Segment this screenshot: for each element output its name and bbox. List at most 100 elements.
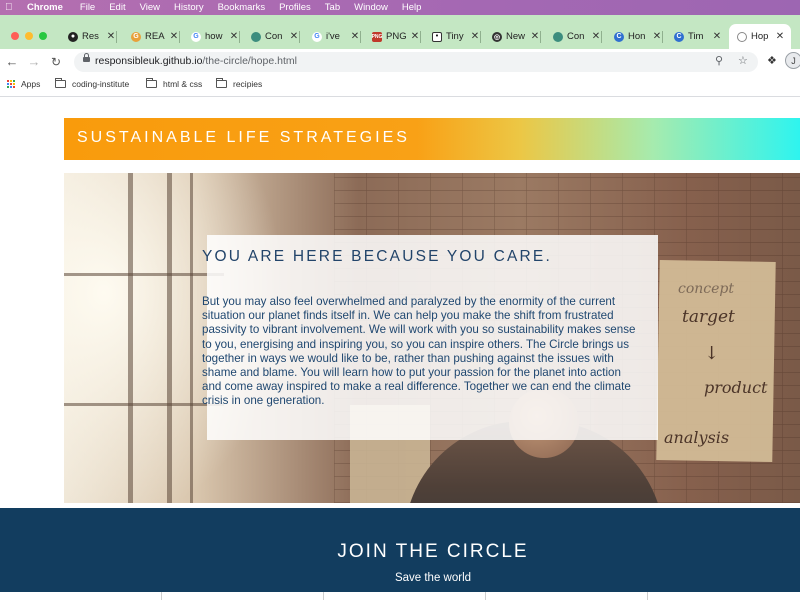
downloads-bar (0, 592, 800, 600)
folder-icon (55, 78, 66, 88)
github-icon: ● (68, 31, 78, 42)
menu-bookmarks[interactable]: Bookmarks (218, 0, 266, 15)
scribble-text: concept (678, 281, 734, 297)
close-tab-icon[interactable]: ✕ (229, 31, 239, 42)
tab-title: Hon (628, 31, 646, 42)
tab-title: Con (567, 31, 585, 42)
reload-icon[interactable]: ↻ (48, 53, 64, 71)
close-tab-icon[interactable]: ✕ (470, 31, 480, 42)
tab-strip: ● Res ✕ G REA ✕ G how ✕ Con ✕ G i've ✕ P… (0, 15, 800, 49)
bookmark-folder-html-css[interactable]: html & css (146, 78, 203, 89)
close-window-button[interactable] (11, 32, 19, 40)
menu-history[interactable]: History (174, 0, 204, 15)
window-frame (64, 403, 224, 406)
google-icon: G (191, 31, 201, 42)
menu-tab[interactable]: Tab (325, 0, 340, 15)
tab-8[interactable]: Con ✕ (549, 24, 602, 49)
edge-icon: C (614, 31, 624, 42)
bookmark-label: coding-institute (72, 79, 130, 89)
close-tab-icon[interactable]: ✕ (169, 31, 179, 42)
close-tab-icon[interactable]: ✕ (712, 31, 722, 42)
url-host: responsibleuk.github.io (95, 55, 203, 67)
close-tab-icon[interactable]: ✕ (289, 31, 299, 42)
tab-title: Con (265, 31, 283, 42)
tab-title: Tiny (446, 31, 464, 42)
apps-grid-icon (7, 79, 16, 89)
close-tab-icon[interactable]: ✕ (775, 31, 785, 42)
tab-3[interactable]: Con ✕ (247, 24, 300, 49)
close-tab-icon[interactable]: ✕ (106, 31, 116, 42)
tab-0[interactable]: ● Res ✕ (64, 24, 117, 49)
menu-window[interactable]: Window (354, 0, 388, 15)
tab-2[interactable]: G how ✕ (187, 24, 240, 49)
search-icon[interactable]: ⚲ (715, 54, 723, 67)
close-tab-icon[interactable]: ✕ (591, 31, 601, 42)
profile-avatar[interactable]: J (785, 52, 800, 69)
bookmark-label: recipies (233, 79, 263, 89)
intro-text: But you may also feel overwhelmed and pa… (202, 295, 636, 408)
arrow-down-icon: ↓ (704, 343, 720, 364)
bookmark-label: Apps (21, 79, 41, 89)
tab-active[interactable]: Hop ✕ (729, 24, 791, 49)
tab-6[interactable]: • Tiny ✕ (428, 24, 481, 49)
tab-4[interactable]: G i've ✕ (308, 24, 361, 49)
scribble-text: product (704, 378, 768, 397)
menu-file[interactable]: File (80, 0, 95, 15)
leaf-icon (251, 31, 261, 42)
grammarly-icon: G (131, 31, 141, 42)
back-arrow-icon[interactable]: ← (4, 53, 20, 71)
leaf-icon (553, 31, 563, 42)
close-tab-icon[interactable]: ✕ (410, 31, 420, 42)
lock-icon (83, 53, 90, 62)
download-item[interactable] (0, 592, 162, 600)
tab-10[interactable]: C Tim ✕ (670, 24, 722, 49)
menu-help[interactable]: Help (402, 0, 422, 15)
google-icon: G (312, 31, 322, 42)
download-item[interactable] (486, 592, 648, 600)
tab-9[interactable]: C Hon ✕ (610, 24, 663, 49)
edge-icon: C (674, 31, 684, 42)
menu-edit[interactable]: Edit (109, 0, 125, 15)
scribble-text: target (682, 307, 735, 327)
url-text[interactable]: responsibleuk.github.io/the-circle/hope.… (95, 55, 297, 67)
close-tab-icon[interactable]: ✕ (530, 31, 540, 42)
window-frame (167, 173, 172, 503)
minimize-window-button[interactable] (25, 32, 33, 40)
extensions-puzzle-icon[interactable]: ❖ (767, 54, 777, 67)
close-tab-icon[interactable]: ✕ (652, 31, 662, 42)
zoom-window-button[interactable] (39, 32, 47, 40)
star-icon[interactable]: ☆ (738, 54, 748, 67)
intro-heading: YOU ARE HERE BECAUSE YOU CARE. (202, 248, 552, 265)
menu-profiles[interactable]: Profiles (279, 0, 311, 15)
bookmark-folder-coding-institute[interactable]: coding-institute (55, 78, 130, 89)
bookmark-folder-recipies[interactable]: recipies (216, 78, 263, 89)
tab-7[interactable]: ◎ New ✕ (488, 24, 541, 49)
tab-title: how (205, 31, 223, 42)
folder-icon (146, 78, 157, 88)
join-subtitle: Save the world (394, 572, 472, 584)
site-banner: SUSTAINABLE LIFE STRATEGIES (64, 118, 800, 160)
download-item[interactable] (162, 592, 324, 600)
folder-icon (216, 78, 227, 88)
panda-icon: • (432, 31, 442, 42)
window-frame (64, 273, 224, 276)
address-bar[interactable]: responsibleuk.github.io/the-circle/hope.… (74, 52, 758, 72)
bookmark-label: html & css (163, 79, 203, 89)
bookmark-apps[interactable]: Apps (7, 79, 40, 89)
new-tab-icon: ◎ (492, 31, 502, 42)
apple-icon[interactable]:  (5, 0, 16, 15)
tab-title: Tim (688, 31, 704, 42)
download-item[interactable] (324, 592, 486, 600)
forward-arrow-icon[interactable]: → (26, 53, 42, 71)
page-content: SUSTAINABLE LIFE STRATEGIES concept targ… (0, 97, 800, 600)
close-tab-icon[interactable]: ✕ (350, 31, 360, 42)
menu-view[interactable]: View (140, 0, 160, 15)
tab-title: i've (326, 31, 340, 42)
scribble-text: analysis (664, 428, 730, 447)
join-title: JOIN THE CIRCLE (337, 541, 529, 562)
join-section: JOIN THE CIRCLE Save the world (0, 508, 800, 600)
globe-icon (737, 31, 747, 42)
menu-app-name[interactable]: Chrome (27, 0, 63, 15)
tab-5[interactable]: PNG PNG ✕ (368, 24, 421, 49)
tab-1[interactable]: G REA ✕ (127, 24, 180, 49)
